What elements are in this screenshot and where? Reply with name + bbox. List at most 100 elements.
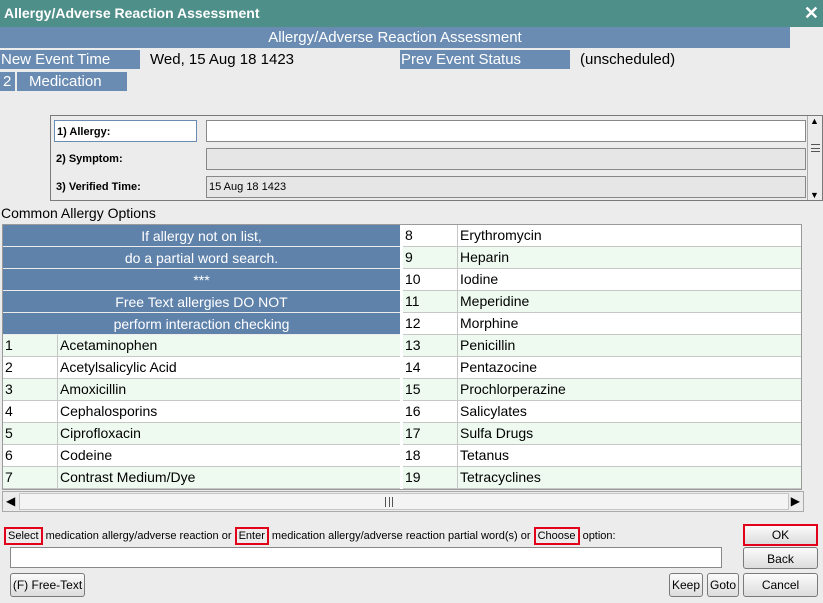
option-number: 19	[403, 467, 458, 488]
option-name: Contrast Medium/Dye	[60, 469, 196, 485]
ok-button[interactable]: OK	[743, 524, 818, 546]
scroll-down-icon[interactable]: ▼	[810, 190, 819, 200]
cancel-button[interactable]: Cancel	[743, 573, 818, 597]
option-row[interactable]: 7 Contrast Medium/Dye	[3, 467, 400, 489]
keep-button[interactable]: Keep	[669, 573, 703, 597]
category-label: Medication	[17, 72, 127, 91]
option-number: 2	[3, 357, 58, 378]
option-name: Ciprofloxacin	[60, 425, 141, 441]
option-row[interactable]: 6 Codeine	[3, 445, 400, 467]
option-row[interactable]: 4 Cephalosporins	[3, 401, 400, 423]
option-row[interactable]: 2 Acetylsalicylic Acid	[3, 357, 400, 379]
option-name: Morphine	[460, 315, 519, 331]
option-name: Sulfa Drugs	[460, 425, 534, 441]
option-row[interactable]: 3 Amoxicillin	[3, 379, 400, 401]
option-name: Erythromycin	[460, 227, 542, 243]
option-number: 8	[403, 225, 458, 246]
option-name: Iodine	[460, 271, 499, 287]
option-row[interactable]: 14 Pentazocine	[403, 357, 801, 379]
option-number: 17	[403, 423, 458, 444]
prompt-text: medication allergy/adverse reaction or	[42, 530, 235, 542]
note-line: perform interaction checking	[3, 313, 400, 335]
fields-vertical-scrollbar[interactable]: ▲ ▼	[807, 116, 822, 200]
option-name: Heparin	[460, 249, 510, 265]
options-left-column: If allergy not on list, do a partial wor…	[3, 225, 400, 489]
note-line: If allergy not on list,	[3, 225, 400, 247]
new-event-time-label: New Event Time	[0, 50, 140, 69]
option-row[interactable]: 11 Meperidine	[403, 291, 801, 313]
sequence-number: 2	[0, 72, 15, 91]
window-titlebar: Allergy/Adverse Reaction Assessment ✕	[0, 0, 823, 27]
option-name: Salicylates	[460, 403, 527, 419]
option-name: Tetanus	[460, 447, 510, 463]
command-input[interactable]	[10, 547, 722, 568]
option-number: 3	[3, 379, 58, 400]
note-line: Free Text allergies DO NOT	[3, 291, 400, 313]
option-name: Acetylsalicylic Acid	[60, 359, 177, 375]
option-number: 13	[403, 335, 458, 356]
option-row[interactable]: 13 Penicillin	[403, 335, 801, 357]
close-icon[interactable]: ✕	[804, 2, 819, 24]
option-number: 11	[403, 291, 458, 312]
option-row[interactable]: 10 Iodine	[403, 269, 801, 291]
option-row[interactable]: 19 Tetracyclines	[403, 467, 801, 489]
option-number: 9	[403, 247, 458, 268]
back-button[interactable]: Back	[743, 547, 818, 569]
scroll-up-icon[interactable]: ▲	[810, 116, 819, 126]
scroll-thumb[interactable]	[19, 493, 789, 510]
option-number: 14	[403, 357, 458, 378]
window-title: Allergy/Adverse Reaction Assessment	[4, 5, 260, 21]
option-name: Pentazocine	[460, 359, 538, 375]
assessment-header: Allergy/Adverse Reaction Assessment	[0, 27, 790, 48]
option-number: 10	[403, 269, 458, 290]
option-row[interactable]: 1 Acetaminophen	[3, 335, 400, 357]
prev-event-status-value: (unscheduled)	[580, 51, 676, 68]
option-row[interactable]: 16 Salicylates	[403, 401, 801, 423]
verified-time-field-label[interactable]: 3) Verified Time:	[54, 176, 197, 198]
option-row[interactable]: 15 Prochlorperazine	[403, 379, 801, 401]
scroll-grip-icon[interactable]	[811, 144, 820, 152]
new-event-time-value: Wed, 15 Aug 18 1423	[150, 51, 295, 68]
option-number: 1	[3, 335, 58, 356]
prompt-enter-keyword: Enter	[234, 527, 269, 545]
scroll-right-icon[interactable]: ▶	[791, 494, 800, 508]
prev-event-status-label: Prev Event Status	[400, 50, 570, 69]
option-name: Codeine	[60, 447, 113, 463]
allergy-field-label[interactable]: 1) Allergy:	[54, 120, 197, 142]
options-horizontal-scrollbar[interactable]: ◀ ▶	[2, 491, 804, 512]
option-number: 7	[3, 467, 58, 488]
option-row[interactable]: 9 Heparin	[403, 247, 801, 269]
option-number: 16	[403, 401, 458, 422]
scroll-left-icon[interactable]: ◀	[6, 494, 15, 508]
option-row[interactable]: 8 Erythromycin	[403, 225, 801, 247]
note-line: ***	[3, 269, 400, 291]
option-name: Penicillin	[460, 337, 516, 353]
option-row[interactable]: 18 Tetanus	[403, 445, 801, 467]
assessment-fields-panel: 1) Allergy: 2) Symptom: 3) Verified Time…	[50, 115, 823, 201]
prompt-choose-keyword: Choose	[533, 527, 580, 545]
option-row[interactable]: 12 Morphine	[403, 313, 801, 335]
verified-time-field[interactable]: 15 Aug 18 1423	[206, 176, 806, 198]
option-name: Acetaminophen	[60, 337, 158, 353]
symptom-field-label[interactable]: 2) Symptom:	[54, 148, 197, 170]
common-allergy-options-grid: If allergy not on list, do a partial wor…	[2, 224, 802, 490]
option-row[interactable]: 5 Ciprofloxacin	[3, 423, 400, 445]
common-allergy-options-title: Common Allergy Options	[1, 205, 156, 221]
options-right-column: 8 Erythromycin 9 Heparin 10 Iodine 11 Meperi…	[403, 225, 801, 489]
option-number: 6	[3, 445, 58, 466]
option-name: Cephalosporins	[60, 403, 158, 419]
prompt-select-keyword: Select	[4, 527, 43, 545]
symptom-field[interactable]	[206, 148, 806, 170]
option-name: Meperidine	[460, 293, 530, 309]
command-prompt: Select medication allergy/adverse reacti…	[4, 525, 740, 547]
goto-button[interactable]: Goto	[707, 573, 739, 597]
option-row[interactable]: 17 Sulfa Drugs	[403, 423, 801, 445]
option-number: 18	[403, 445, 458, 466]
option-number: 4	[3, 401, 58, 422]
scroll-grip-icon	[385, 497, 393, 507]
option-number: 15	[403, 379, 458, 400]
free-text-button[interactable]: (F) Free-Text	[10, 573, 85, 597]
prompt-text: option:	[579, 530, 616, 542]
allergy-field[interactable]	[206, 120, 806, 142]
option-number: 5	[3, 423, 58, 444]
